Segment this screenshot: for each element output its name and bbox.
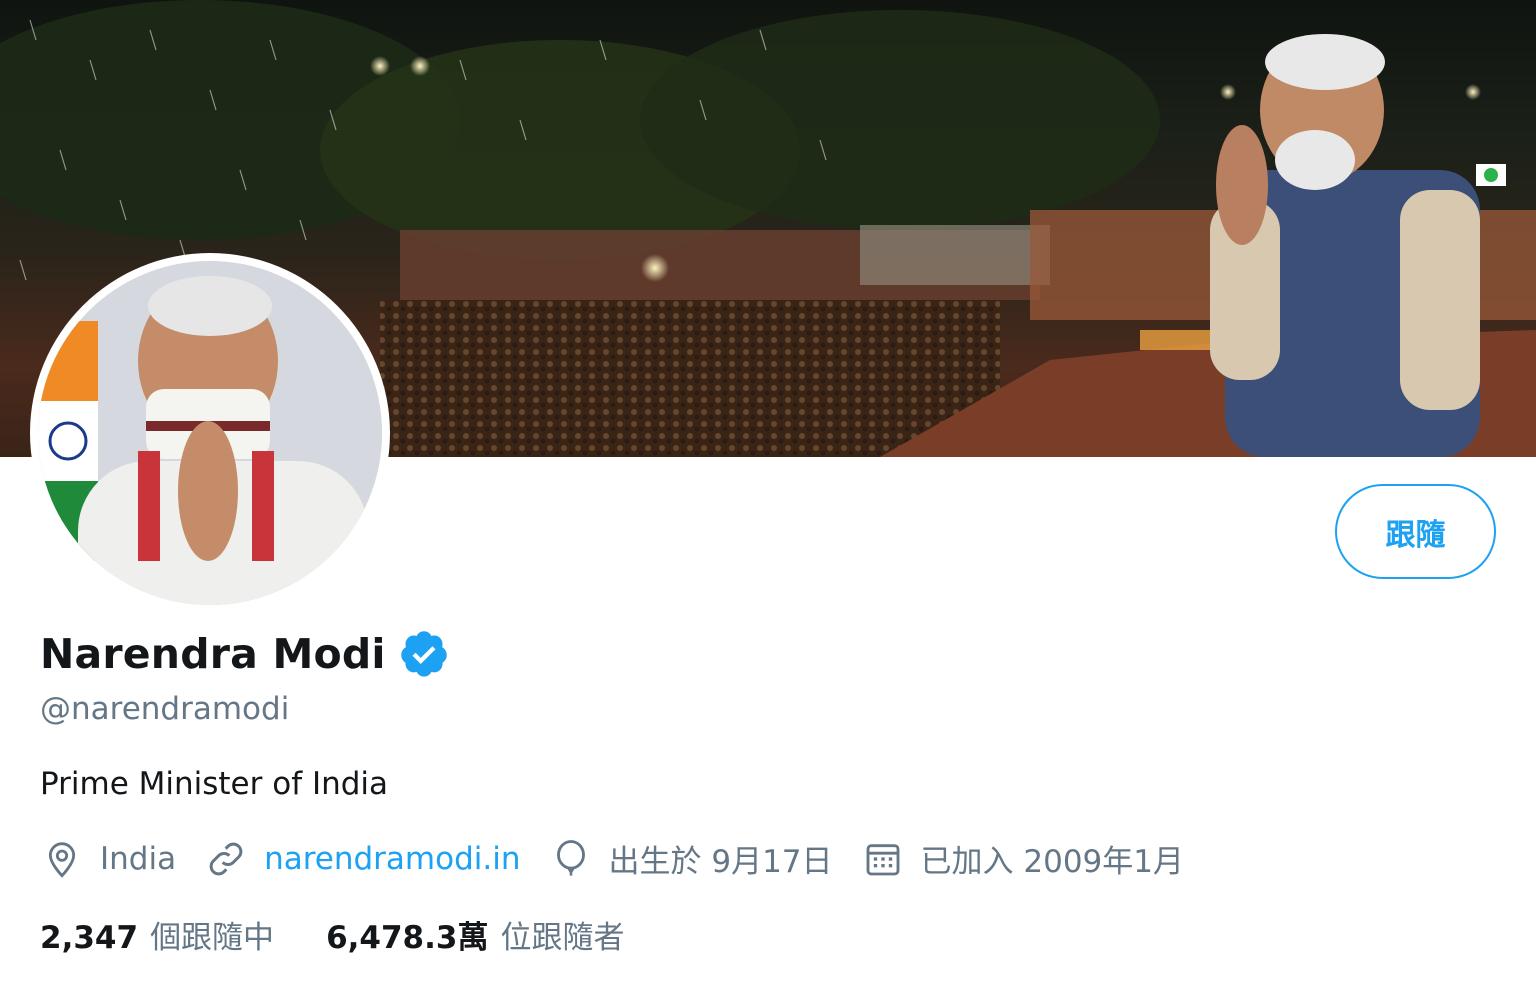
location-pin-icon — [48, 841, 76, 878]
profile-bio: Prime Minister of India — [40, 766, 389, 802]
following-stat[interactable]: 2,347 個跟隨中 — [40, 912, 274, 957]
birthday-item: 出生於 9月17日 — [551, 836, 833, 881]
following-count: 2,347 — [40, 920, 139, 956]
profile-stats: 2,347 個跟隨中 6,478.3萬 位跟隨者 — [40, 912, 676, 957]
joined-item: 已加入 2009年1月 — [863, 836, 1184, 881]
website-item[interactable]: narendramodi.in — [206, 837, 521, 881]
following-label: 個跟隨中 — [150, 920, 275, 956]
link-icon — [209, 842, 243, 875]
profile-name-row: Narendra Modi — [40, 628, 450, 680]
followers-count: 6,478.3萬 — [326, 920, 489, 956]
birthday-text: 出生於 9月17日 — [608, 844, 833, 880]
followers-label: 位跟隨者 — [500, 920, 625, 956]
profile-name: Narendra Modi — [40, 630, 386, 678]
profile-handle: @narendramodi — [40, 691, 290, 727]
avatar-image — [38, 261, 382, 605]
verified-badge-icon — [400, 631, 447, 677]
calendar-icon — [866, 843, 899, 875]
location-text: India — [100, 840, 177, 877]
follow-button[interactable]: 跟隨 — [1335, 484, 1496, 579]
profile-meta: India narendramodi.in 出生於 9月17日 已加入 2009… — [42, 836, 1214, 881]
website-link[interactable]: narendramodi.in — [264, 841, 520, 877]
joined-text: 已加入 2009年1月 — [920, 844, 1185, 880]
avatar[interactable] — [30, 253, 390, 613]
followers-stat[interactable]: 6,478.3萬 位跟隨者 — [326, 912, 624, 957]
balloon-icon — [556, 839, 585, 876]
location-item: India — [42, 837, 176, 881]
